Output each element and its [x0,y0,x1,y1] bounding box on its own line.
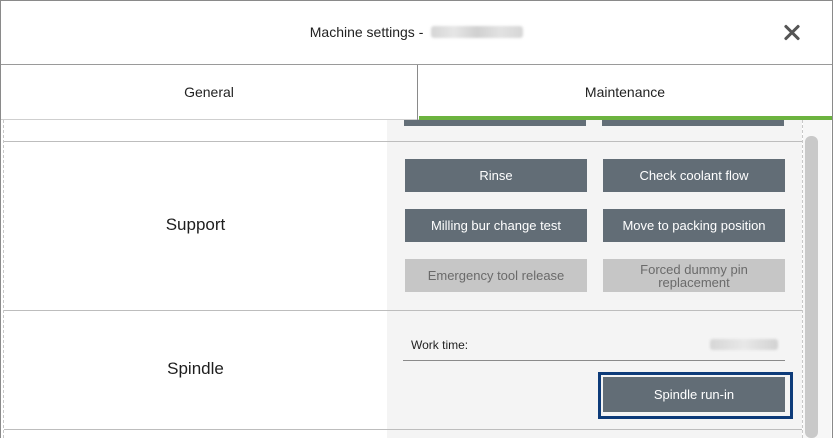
work-time-label: Work time: [411,338,469,352]
forced-dummy-pin-replacement-button[interactable]: Forced dummy pin replacement [603,259,785,292]
move-to-packing-position-button[interactable]: Move to packing position [603,209,785,242]
scrollbar-thumb[interactable] [805,136,818,438]
rinse-button[interactable]: Rinse [405,159,587,192]
tab-general[interactable]: General [1,65,417,120]
previous-section-button-left[interactable] [404,120,586,126]
tab-maintenance[interactable]: Maintenance [417,65,832,120]
check-coolant-flow-button[interactable]: Check coolant flow [603,159,785,192]
section-divider [4,429,802,430]
section-divider [4,141,802,142]
emergency-tool-release-button[interactable]: Emergency tool release [405,259,587,292]
section-divider [4,310,802,311]
support-section-label: Support [165,215,226,234]
dialog-header: Machine settings - [1,1,832,65]
work-time-underline [403,360,785,361]
spindle-section-label: Spindle [167,359,224,378]
close-icon[interactable] [779,19,805,45]
machine-serial-redacted [431,26,524,38]
maintenance-panel: Support Rinse Check coolant flow Milling… [3,120,803,438]
dialog-title-text: Machine settings - [309,24,428,40]
work-time-value-redacted [710,339,778,350]
dialog-title: Machine settings - [1,24,832,40]
spindle-run-in-button[interactable]: Spindle run-in [603,377,785,412]
previous-section-button-right[interactable] [602,120,784,126]
milling-bur-change-test-button[interactable]: Milling bur change test [405,209,587,242]
tab-bar: General Maintenance [1,65,832,120]
